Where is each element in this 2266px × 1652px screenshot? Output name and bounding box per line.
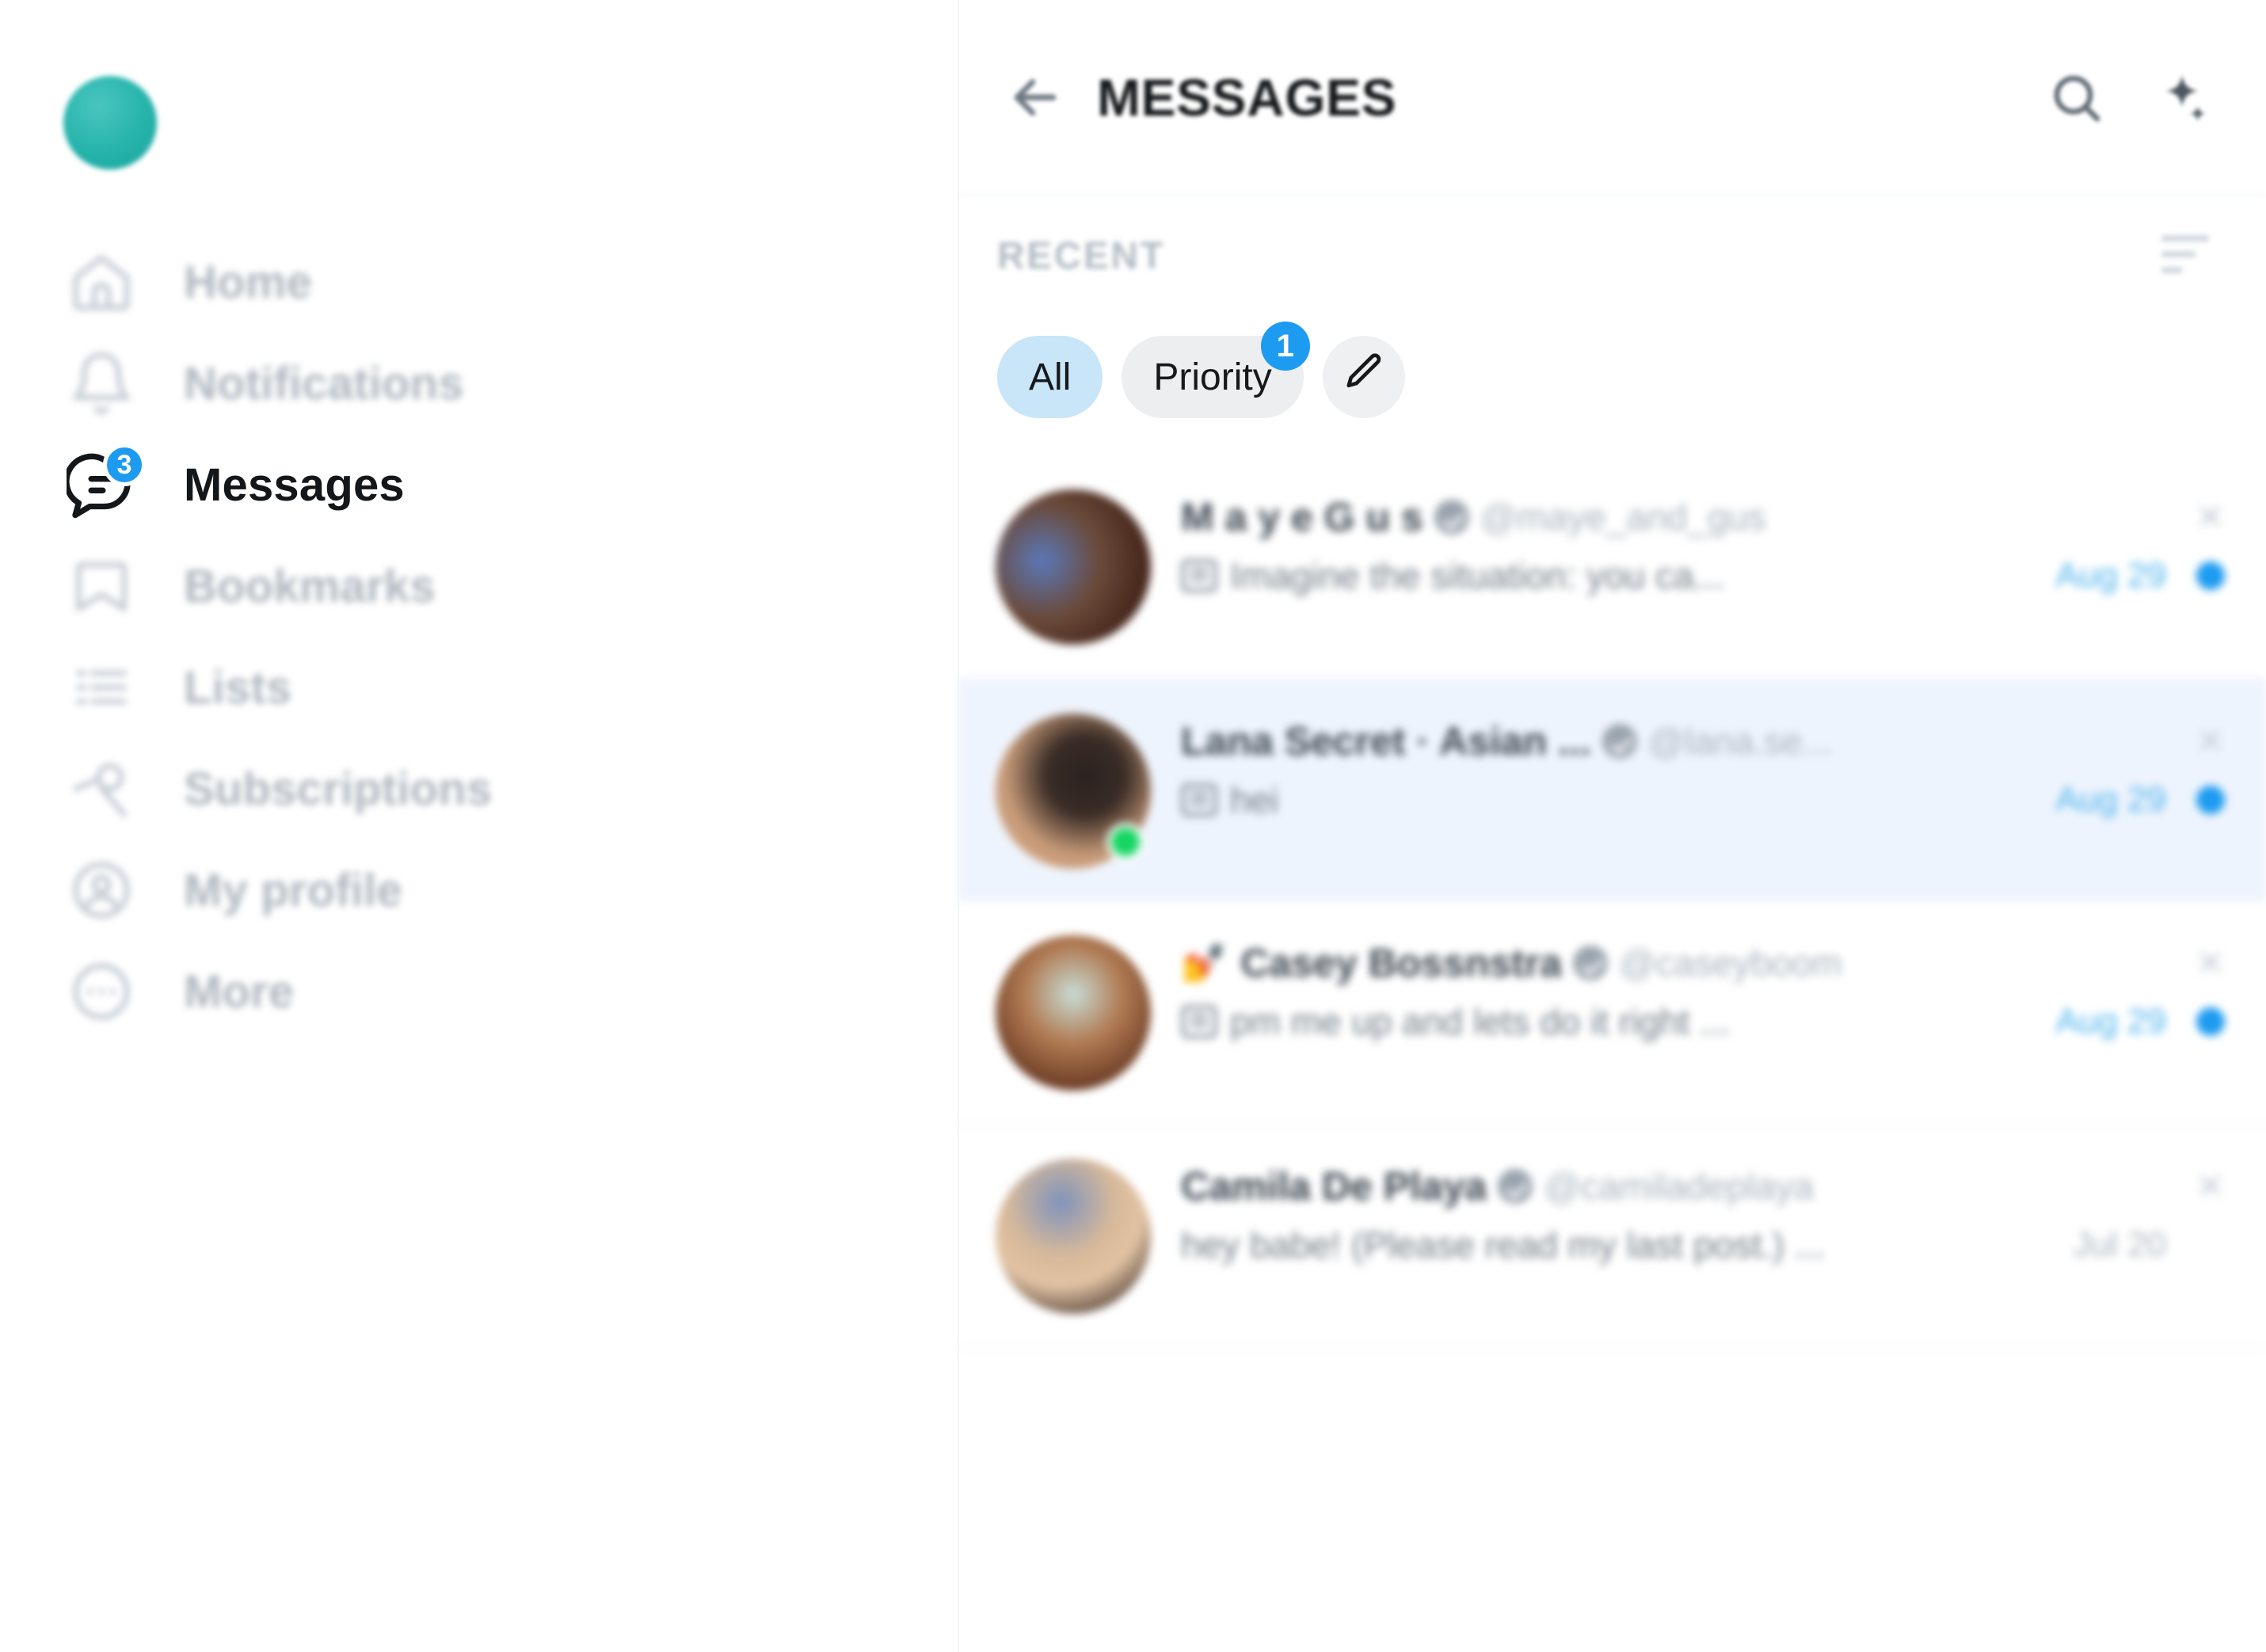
conversation-name: Casey Bossnstra bbox=[1240, 941, 1563, 985]
conversation-preview-row: Imagine the situation: you ca... Aug 29 bbox=[1181, 554, 2225, 597]
conversation-preview-row: hei Aug 29 bbox=[1181, 778, 2225, 821]
unread-indicator-dot bbox=[2196, 561, 2225, 590]
lists-icon bbox=[65, 651, 138, 724]
table-row[interactable]: 💅 Casey Bossnstra @caseyboom ✕ pm me up … bbox=[959, 902, 2266, 1125]
pencil-icon bbox=[1342, 350, 1386, 404]
conversation-handle: @caseyboom bbox=[1619, 942, 1842, 984]
conversation-header: Lana Secret · Asian ... @lana.se... ✕ bbox=[1181, 718, 2225, 764]
avatar[interactable] bbox=[996, 714, 1151, 869]
online-status-dot bbox=[1106, 823, 1144, 861]
verified-badge-icon bbox=[1434, 500, 1469, 535]
conversation-body: M a y e G u s @maye_and_gus ✕ Imagine th… bbox=[1181, 489, 2225, 597]
conversation-preview: hei bbox=[1230, 779, 1279, 820]
conversation-date: Jul 20 bbox=[2073, 1225, 2166, 1264]
conversation-date: Aug 29 bbox=[2055, 780, 2166, 819]
bookmark-icon bbox=[65, 550, 138, 622]
sidebar-item-more[interactable]: More bbox=[54, 941, 958, 1042]
messages-unread-badge: 3 bbox=[103, 443, 146, 486]
profile-icon bbox=[65, 854, 138, 927]
filter-chip-priority-label: Priority bbox=[1153, 356, 1272, 398]
avatar[interactable] bbox=[996, 935, 1151, 1091]
unread-indicator-dot bbox=[2196, 1007, 2225, 1036]
recent-bar: RECENT bbox=[959, 196, 2266, 315]
verified-badge-icon bbox=[1498, 1169, 1533, 1204]
conversation-header: Camila De Playa @camiladeplaya ✕ bbox=[1181, 1163, 2225, 1209]
avatar[interactable] bbox=[996, 489, 1151, 645]
message-icon bbox=[1181, 783, 1217, 816]
search-icon[interactable] bbox=[2038, 59, 2114, 135]
sidebar-item-my-profile[interactable]: My profile bbox=[54, 839, 958, 941]
conversation-preview-row: pm me up and lets do it right ... Aug 29 bbox=[1181, 1000, 2225, 1043]
conversation-header: 💅 Casey Bossnstra @caseyboom ✕ bbox=[1181, 940, 2225, 986]
verified-badge-icon bbox=[1573, 946, 1609, 980]
unread-indicator-dot bbox=[2196, 786, 2225, 814]
messages-panel: MESSAGES RECENT All Priority 1 M a y e G… bbox=[959, 0, 2266, 1652]
filter-chip-priority[interactable]: Priority 1 bbox=[1122, 322, 1310, 418]
sidebar-item-label: Subscriptions bbox=[184, 763, 493, 815]
conversation-date: Aug 29 bbox=[2055, 556, 2166, 595]
message-icon bbox=[1181, 559, 1217, 592]
table-row[interactable]: Camila De Playa @camiladeplaya ✕ hey bab… bbox=[959, 1125, 2266, 1349]
sidebar-item-notifications[interactable]: Notifications bbox=[54, 333, 958, 434]
brand-logo[interactable] bbox=[63, 76, 157, 169]
sidebar-item-label: Notifications bbox=[184, 357, 464, 409]
conversation-preview: pm me up and lets do it right ... bbox=[1230, 1001, 1731, 1042]
home-icon bbox=[65, 246, 138, 318]
page-title: MESSAGES bbox=[1097, 68, 1397, 127]
conversation-body: Lana Secret · Asian ... @lana.se... ✕ he… bbox=[1181, 714, 2225, 821]
left-sidebar: Home Notifications 3 Messages Bookmarks … bbox=[0, 0, 959, 1652]
conversation-header: M a y e G u s @maye_and_gus ✕ bbox=[1181, 494, 2225, 540]
close-icon[interactable]: ✕ bbox=[2177, 497, 2225, 538]
sidebar-item-label: My profile bbox=[184, 864, 402, 916]
sparkle-icon[interactable] bbox=[2144, 59, 2220, 135]
message-icon bbox=[1181, 1005, 1217, 1038]
conversation-date: Aug 29 bbox=[2055, 1002, 2166, 1041]
conversation-name: Camila De Playa bbox=[1181, 1164, 1487, 1209]
back-arrow-icon[interactable] bbox=[997, 59, 1073, 135]
close-icon[interactable]: ✕ bbox=[2177, 943, 2225, 984]
sidebar-item-label: Bookmarks bbox=[184, 560, 436, 612]
table-row[interactable]: Lana Secret · Asian ... @lana.se... ✕ he… bbox=[959, 679, 2266, 902]
sidebar-item-subscriptions[interactable]: Subscriptions bbox=[54, 738, 958, 839]
sidebar-item-messages[interactable]: 3 Messages bbox=[54, 434, 958, 535]
messages-icon: 3 bbox=[65, 443, 146, 521]
conversation-preview-row: hey babe! (Please read my last post.) ..… bbox=[1181, 1224, 2225, 1266]
conversation-handle: @maye_and_gus bbox=[1480, 497, 1766, 538]
close-icon[interactable]: ✕ bbox=[2177, 1167, 2225, 1207]
sidebar-item-bookmarks[interactable]: Bookmarks bbox=[54, 535, 958, 637]
sidebar-item-label: Messages bbox=[184, 459, 405, 511]
recent-label: RECENT bbox=[997, 234, 1166, 277]
avatar[interactable] bbox=[996, 1159, 1151, 1314]
conversation-preview: Imagine the situation: you ca... bbox=[1230, 555, 1724, 596]
conversation-handle: @lana.se... bbox=[1647, 721, 1834, 762]
conversation-name: M a y e G u s bbox=[1181, 495, 1423, 539]
table-row[interactable]: M a y e G u s @maye_and_gus ✕ Imagine th… bbox=[959, 456, 2266, 679]
priority-badge: 1 bbox=[1260, 322, 1310, 371]
filter-chip-all-label: All bbox=[1029, 356, 1072, 398]
app-root: Home Notifications 3 Messages Bookmarks … bbox=[0, 0, 2266, 1652]
verified-badge-icon bbox=[1601, 724, 1637, 759]
subscriptions-icon bbox=[65, 752, 138, 825]
conversation-body: Camila De Playa @camiladeplaya ✕ hey bab… bbox=[1181, 1159, 2225, 1266]
bell-icon bbox=[65, 347, 138, 420]
filter-chip-all[interactable]: All bbox=[997, 336, 1103, 418]
messages-header: MESSAGES bbox=[959, 0, 2266, 196]
sort-icon[interactable] bbox=[2154, 223, 2217, 290]
sidebar-item-label: More bbox=[184, 965, 295, 1018]
conversation-body: 💅 Casey Bossnstra @caseyboom ✕ pm me up … bbox=[1181, 935, 2225, 1043]
conversation-handle: @camiladeplaya bbox=[1544, 1166, 1815, 1207]
sidebar-item-lists[interactable]: Lists bbox=[54, 637, 958, 738]
sidebar-item-label: Lists bbox=[184, 661, 292, 714]
sidebar-item-label: Home bbox=[184, 256, 312, 308]
compose-message-button[interactable] bbox=[1322, 336, 1405, 418]
more-icon bbox=[65, 955, 138, 1028]
sidebar-item-home[interactable]: Home bbox=[54, 231, 958, 333]
conversation-preview: hey babe! (Please read my last post.) ..… bbox=[1181, 1224, 1826, 1266]
conversation-name: Lana Secret · Asian ... bbox=[1181, 719, 1591, 763]
filter-chips: All Priority 1 bbox=[959, 315, 2266, 456]
name-emoji: 💅 bbox=[1181, 942, 1227, 984]
close-icon[interactable]: ✕ bbox=[2177, 721, 2225, 762]
